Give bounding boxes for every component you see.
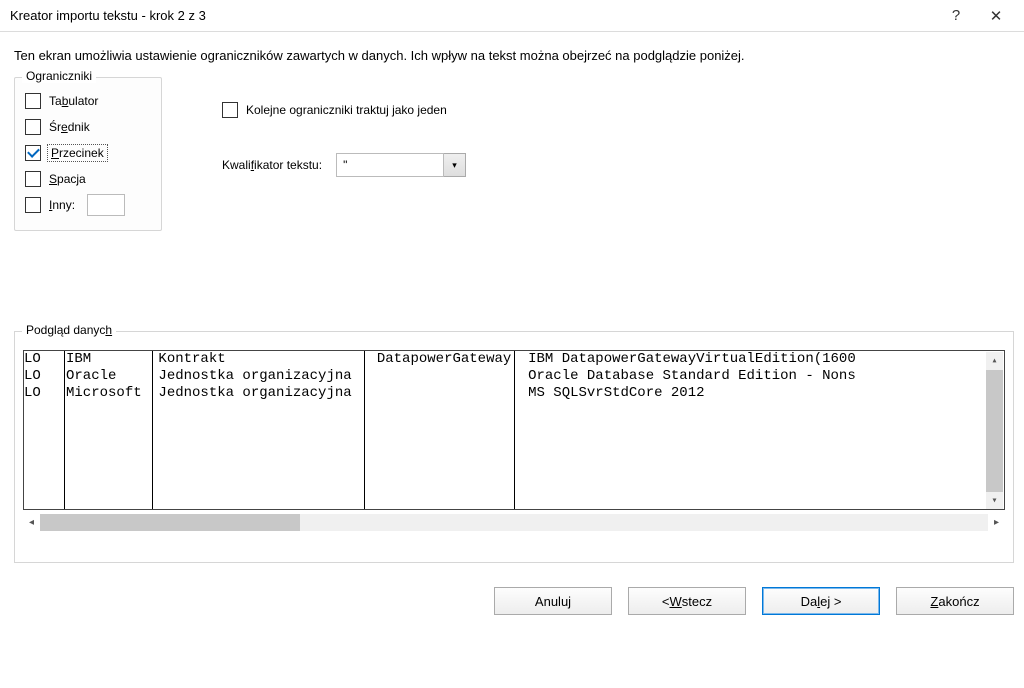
consecutive-label: Kolejne ograniczniki traktuj jako jeden	[246, 103, 447, 117]
delimiter-semicolon-label: Średnik	[49, 120, 90, 134]
close-button[interactable]: ✕	[976, 0, 1016, 32]
scroll-down-icon[interactable]: ▾	[991, 492, 997, 510]
delimiter-space-label: Spacja	[49, 172, 86, 186]
scroll-right-icon[interactable]: ▸	[988, 514, 1005, 531]
qualifier-value[interactable]: "	[336, 153, 444, 177]
qualifier-label: Kwalifikator tekstu:	[222, 158, 322, 172]
column-divider	[514, 351, 515, 509]
scroll-left-icon[interactable]: ◂	[23, 514, 40, 531]
column-divider	[152, 351, 153, 509]
delimiter-semicolon-checkbox[interactable]	[25, 119, 41, 135]
delimiters-legend: Ograniczniki	[22, 69, 96, 83]
preview-group: Podgląd danych LO IBM Kontrakt Datapower…	[14, 331, 1014, 563]
preview-viewport[interactable]: LO IBM Kontrakt DatapowerGateway IBM Dat…	[23, 350, 1005, 510]
consecutive-checkbox[interactable]	[222, 102, 238, 118]
vertical-scroll-thumb[interactable]	[986, 370, 1003, 492]
delimiter-other-checkbox[interactable]	[25, 197, 41, 213]
delimiter-comma-row[interactable]: Przecinek	[25, 140, 149, 166]
back-button[interactable]: < Wstecz	[628, 587, 746, 615]
dialog-content: Ten ekran umożliwia ustawienie ograniczn…	[0, 32, 1024, 573]
vertical-scrollbar[interactable]: ▴ ▾	[986, 352, 1003, 510]
button-row: Anuluj < Wstecz Dalej > Zakończ	[0, 573, 1024, 625]
column-divider	[364, 351, 365, 509]
preview-legend: Podgląd danych	[22, 323, 116, 337]
delimiter-tab-checkbox[interactable]	[25, 93, 41, 109]
finish-button[interactable]: Zakończ	[896, 587, 1014, 615]
delimiter-other-input[interactable]	[87, 194, 125, 216]
delimiter-space-checkbox[interactable]	[25, 171, 41, 187]
delimiter-tab-label: Tabulator	[49, 94, 98, 108]
horizontal-scroll-thumb[interactable]	[40, 514, 300, 531]
horizontal-scrollbar[interactable]: ◂ ▸	[23, 514, 1005, 531]
consecutive-row[interactable]: Kolejne ograniczniki traktuj jako jeden	[222, 97, 466, 123]
instruction-text: Ten ekran umożliwia ustawienie ograniczn…	[14, 48, 1014, 63]
scroll-up-icon[interactable]: ▴	[991, 352, 997, 370]
cancel-button[interactable]: Anuluj	[494, 587, 612, 615]
delimiter-comma-checkbox[interactable]	[25, 145, 41, 161]
next-button[interactable]: Dalej >	[762, 587, 880, 615]
qualifier-select[interactable]: " ▾	[336, 153, 466, 177]
qualifier-dropdown-button[interactable]: ▾	[444, 153, 466, 177]
right-options: Kolejne ograniczniki traktuj jako jeden …	[222, 77, 466, 177]
column-divider	[64, 351, 65, 509]
horizontal-scroll-track[interactable]	[40, 514, 988, 531]
delimiter-other-label: Inny:	[49, 198, 75, 212]
options-row: Ograniczniki Tabulator Średnik Przecinek…	[14, 77, 1014, 231]
delimiter-comma-label: Przecinek	[49, 146, 106, 160]
delimiter-semicolon-row[interactable]: Średnik	[25, 114, 149, 140]
help-button[interactable]: ?	[936, 0, 976, 32]
qualifier-row: Kwalifikator tekstu: " ▾	[222, 153, 466, 177]
delimiters-group: Ograniczniki Tabulator Średnik Przecinek…	[14, 77, 162, 231]
preview-text: LO IBM Kontrakt DatapowerGateway IBM Dat…	[24, 351, 856, 402]
delimiter-other-row[interactable]: Inny:	[25, 192, 149, 218]
chevron-down-icon: ▾	[452, 160, 457, 171]
titlebar: Kreator importu tekstu - krok 2 z 3 ? ✕	[0, 0, 1024, 32]
window-title: Kreator importu tekstu - krok 2 z 3	[10, 8, 936, 23]
delimiter-space-row[interactable]: Spacja	[25, 166, 149, 192]
delimiter-tab-row[interactable]: Tabulator	[25, 88, 149, 114]
preview-container: LO IBM Kontrakt DatapowerGateway IBM Dat…	[23, 350, 1005, 542]
